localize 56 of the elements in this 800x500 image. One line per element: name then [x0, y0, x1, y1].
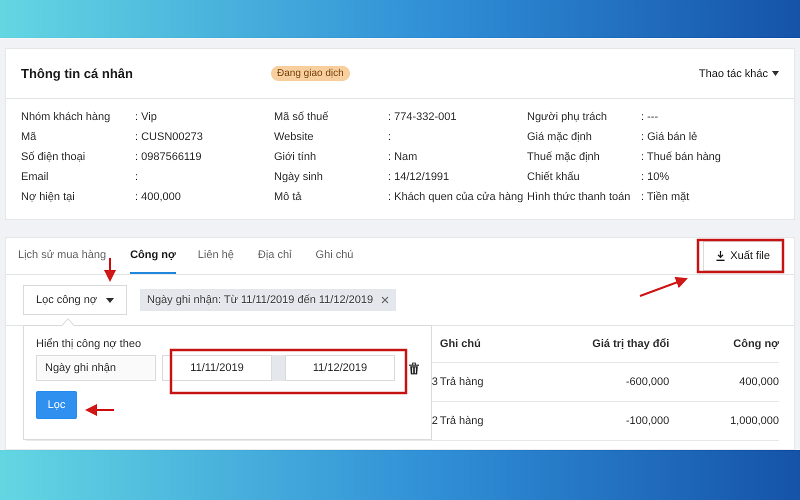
field-label: Giới tính: [274, 151, 318, 163]
field-value: : 14/12/1991: [388, 171, 450, 183]
field-value: : 774-332-001: [388, 111, 458, 123]
tab[interactable]: Địa chỉ: [258, 238, 304, 274]
tab[interactable]: Ghi chú: [316, 238, 366, 274]
field-label: Chiết khấu: [527, 171, 581, 183]
field-value: : 0987566119: [135, 151, 202, 163]
field-label: Ngày sinh: [274, 171, 324, 183]
field-value: : Vip: [135, 111, 158, 123]
field-value: : Giá bán lẻ: [641, 131, 698, 143]
table-cell-text: 1,000,000: [729, 415, 779, 427]
field-value: : Thuế bán hàng: [641, 151, 722, 163]
field-label: Người phụ trách: [527, 111, 608, 123]
field-label: Mã: [21, 131, 38, 143]
chip-text: Ngày ghi nhận: Từ 11/11/2019 đến 11/12/2019: [147, 294, 374, 306]
field-label: Thuế mặc định: [527, 151, 601, 163]
column-header: Ghi chú: [440, 338, 482, 350]
table-cell-text: -600,000: [624, 376, 670, 388]
table-cell-text: 3: [430, 376, 439, 388]
card-title: Thông tin cá nhân: [21, 66, 134, 81]
date-to-field[interactable]: 11/12/2019: [285, 355, 395, 381]
field-label: Mã số thuế: [274, 111, 330, 123]
field-value: :: [388, 131, 392, 143]
filter-field-select[interactable]: Ngày ghi nhận: [36, 355, 156, 381]
field-value: : 400,000: [135, 191, 182, 203]
export-button[interactable]: Xuất file: [703, 241, 783, 271]
field-value: :: [135, 171, 140, 183]
popover-title: Hiển thị công nợ theo: [36, 338, 142, 350]
field-label: Hình thức thanh toán: [527, 191, 632, 203]
field-value: : Khách quen của cửa hàng: [388, 191, 524, 203]
table-cell-text: 400,000: [738, 376, 779, 388]
field-label: Nợ hiện tại: [21, 191, 76, 203]
column-header: Giá trị thay đổi: [591, 338, 670, 350]
table-cell-text: Trả hàng: [440, 376, 485, 388]
field-value: : CUSN00273: [135, 131, 204, 143]
field-value: : Tiền mặt: [641, 191, 690, 203]
filter-dropdown[interactable]: Lọc công nợ: [23, 285, 127, 315]
status-badge: Đang giao dịch: [271, 66, 350, 81]
field-label: Mô tả: [274, 191, 303, 203]
field-label: Email: [21, 171, 50, 183]
tab[interactable]: Công nợ: [130, 238, 176, 274]
table-cell-text: -100,000: [624, 415, 670, 427]
tab[interactable]: Lịch sử mua hàng: [18, 238, 118, 274]
field-value: : ---: [641, 111, 660, 123]
field-label: Website: [274, 131, 315, 143]
table-cell-text: 2: [430, 415, 439, 427]
tab[interactable]: Liên hệ: [198, 238, 246, 274]
field-value: : Nam: [388, 151, 418, 163]
table-cell-text: Trả hàng: [440, 415, 485, 427]
column-header: Công nợ: [732, 338, 779, 350]
actions-menu-button[interactable]: Thao tác khác: [698, 68, 779, 80]
field-label: Số điện thoại: [21, 151, 86, 163]
field-label: Giá mặc định: [527, 131, 593, 143]
field-value: : 10%: [641, 171, 670, 183]
date-from-field[interactable]: 11/11/2019: [162, 355, 272, 381]
field-label: Nhóm khách hàng: [21, 111, 112, 123]
